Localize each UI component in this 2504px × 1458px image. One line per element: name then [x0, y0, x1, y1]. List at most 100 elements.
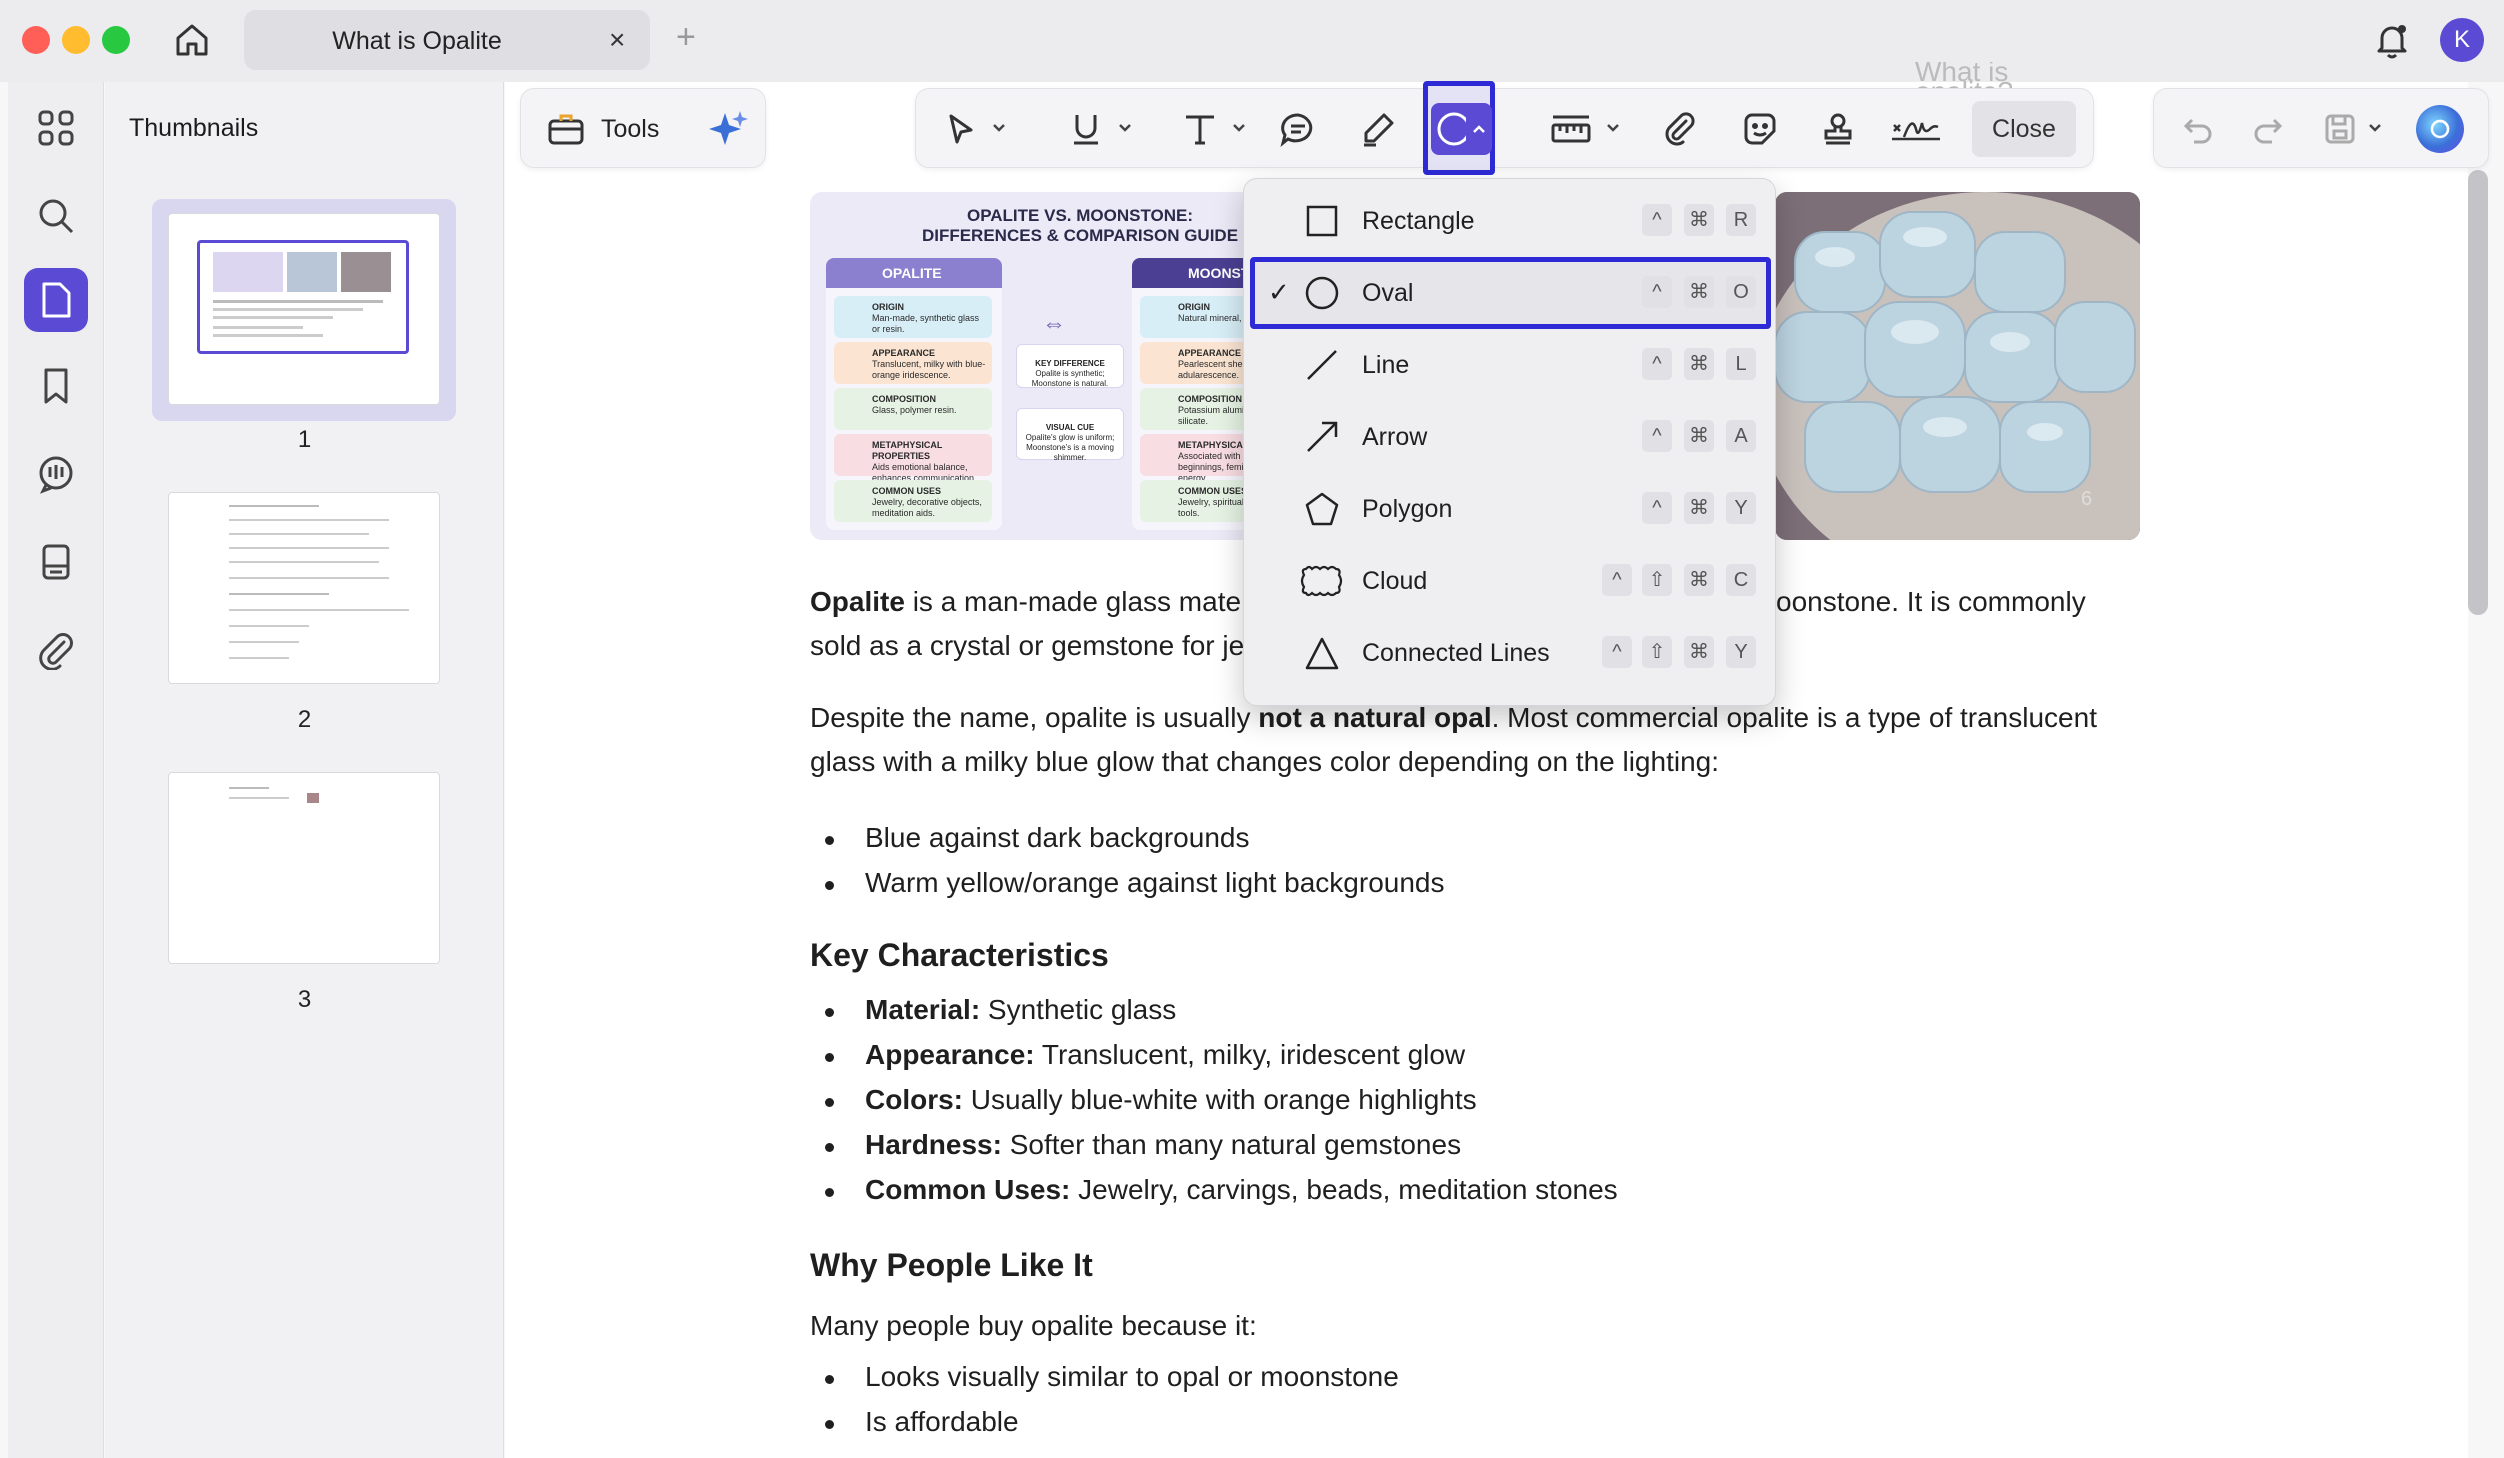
- list-item: Looks visually similar to opal or moonst…: [825, 1361, 1399, 1392]
- opalite-column-header: OPALITE: [826, 258, 1002, 288]
- infographic-row: ORIGIN Man-made, synthetic glass or resin…: [834, 296, 992, 338]
- intro-paragraph-line1: Opalite is a man-made glass mate: [810, 586, 1242, 617]
- minimize-window-button[interactable]: [62, 26, 90, 54]
- chevron-down-icon[interactable]: [1230, 119, 1248, 137]
- document-tab[interactable]: What is Opalite ×: [244, 10, 650, 70]
- menu-item-oval[interactable]: ✓ Oval ^ ⌘ O: [1244, 257, 1777, 329]
- page-thumbnail-2[interactable]: [168, 492, 440, 684]
- name-paragraph-line2: glass with a milky blue glow that change…: [810, 746, 1720, 777]
- shortcut-key: ^: [1642, 276, 1672, 308]
- save-icon[interactable]: [2320, 109, 2360, 149]
- apps-grid-icon[interactable]: [24, 96, 88, 160]
- oval-icon: [1304, 275, 1340, 311]
- text-tool-icon[interactable]: [1178, 107, 1222, 151]
- close-toolbar-button[interactable]: Close: [1972, 101, 2076, 157]
- paperclip-icon[interactable]: [1658, 107, 1702, 151]
- home-icon[interactable]: [170, 18, 214, 62]
- list-item: Blue against dark backgrounds: [824, 822, 1250, 853]
- comments-icon[interactable]: [24, 442, 88, 506]
- measure-ruler-icon[interactable]: [1546, 107, 1596, 151]
- tools-bar: Tools: [520, 88, 766, 168]
- close-window-button[interactable]: [22, 26, 50, 54]
- stamp-icon[interactable]: [1816, 107, 1860, 151]
- rectangle-icon: [1304, 203, 1340, 239]
- menu-item-rectangle[interactable]: Rectangle ^ ⌘ R: [1244, 185, 1777, 257]
- menu-item-connected-lines[interactable]: Connected Lines ^ ⇧ ⌘ Y: [1244, 617, 1777, 689]
- sticker-icon[interactable]: [1738, 107, 1782, 151]
- user-avatar[interactable]: K: [2440, 18, 2484, 62]
- list-item: Warm yellow/orange against light backgro…: [824, 867, 1445, 898]
- shortcut-key: C: [1726, 564, 1756, 596]
- underline-icon[interactable]: [1064, 107, 1108, 151]
- comment-icon[interactable]: [1276, 107, 1320, 151]
- tab-close-icon[interactable]: ×: [609, 24, 625, 56]
- infographic-row: APPEARANCE Translucent, milky with blue-o…: [834, 342, 992, 384]
- bookmark-icon[interactable]: [24, 354, 88, 418]
- menu-item-label: Arrow: [1362, 423, 1428, 451]
- chevron-up-icon[interactable]: [1466, 103, 1492, 155]
- list-item: Appearance: Translucent, milky, iridesce…: [824, 1039, 1466, 1070]
- menu-item-polygon[interactable]: Polygon ^ ⌘ Y: [1244, 473, 1777, 545]
- infographic-row: METAPHYSICAL PROPERTIES Aids emotional ba…: [834, 434, 992, 494]
- list-item: Colors: Usually blue-white with orange h…: [825, 1084, 1477, 1115]
- page-thumbnail-1[interactable]: [168, 213, 440, 405]
- document-scrollbar[interactable]: [2468, 170, 2488, 615]
- tools-button[interactable]: Tools: [601, 115, 659, 144]
- shortcut-key: ⌘: [1684, 420, 1714, 452]
- toolbox-icon: [547, 111, 585, 147]
- select-cursor-icon[interactable]: [938, 107, 982, 151]
- list-item: Common Uses: Jewelry, carvings, beads, m…: [825, 1174, 1618, 1205]
- menu-item-line[interactable]: Line ^ ⌘ L: [1244, 329, 1777, 401]
- menu-item-cloud[interactable]: Cloud ^ ⇧ ⌘ C: [1244, 545, 1777, 617]
- chevron-down-icon[interactable]: [2366, 119, 2384, 137]
- arrow-icon: [1304, 419, 1340, 455]
- document-info-icon[interactable]: [24, 530, 88, 594]
- page-thumbnail-3[interactable]: [168, 772, 440, 964]
- notification-bell-icon[interactable]: [2370, 18, 2414, 62]
- connected-lines-icon: [1304, 635, 1340, 671]
- list-item: Hardness: Softer than many natural gemst…: [824, 1129, 1462, 1160]
- new-tab-button[interactable]: +: [676, 18, 696, 57]
- key-difference-box: KEY DIFFERENCE Opalite is synthetic; Moon…: [1016, 344, 1124, 388]
- ai-assistant-icon[interactable]: [2416, 105, 2464, 153]
- redo-icon[interactable]: [2248, 109, 2288, 149]
- shortcut-key: ⌘: [1684, 204, 1714, 236]
- list-item: Is affordable: [825, 1406, 1019, 1437]
- checkmark-icon: ✓: [1268, 277, 1290, 307]
- shortcut-key: ^: [1642, 204, 1672, 236]
- reasons-intro-paragraph: Many people buy opalite because it:: [810, 1310, 1257, 1341]
- pencil-draw-icon[interactable]: [1356, 107, 1400, 151]
- page-number-1: 1: [297, 426, 312, 453]
- cloud-icon: [1300, 563, 1344, 599]
- tab-title: What is Opalite: [332, 27, 502, 55]
- ghost-heading-text: What is opalite?: [1915, 62, 2013, 88]
- intro-paragraph-line1-tail: oonstone. It is commonly: [1776, 586, 2086, 617]
- search-icon[interactable]: [24, 184, 88, 248]
- shortcut-key: ⌘: [1684, 636, 1714, 668]
- attachment-icon[interactable]: [24, 618, 88, 682]
- chevron-down-icon[interactable]: [990, 119, 1008, 137]
- shortcut-key: ⇧: [1642, 636, 1672, 668]
- thumbnails-panel: Thumbnails 1 2 3: [105, 82, 504, 1458]
- infographic-row: COMPOSITION Glass, polymer resin.: [834, 388, 992, 430]
- opalite-stones-photo: 6: [1775, 192, 2140, 540]
- photo-count-badge: 6: [2081, 488, 2093, 510]
- pages-panel-icon[interactable]: [24, 268, 88, 332]
- signature-icon[interactable]: [1888, 107, 1944, 151]
- polygon-icon: [1304, 491, 1340, 527]
- shortcut-key: ⌘: [1684, 564, 1714, 596]
- undo-icon[interactable]: [2178, 109, 2218, 149]
- menu-item-arrow[interactable]: Arrow ^ ⌘ A: [1244, 401, 1777, 473]
- page-number-2: 2: [297, 706, 312, 733]
- shortcut-key: ^: [1642, 420, 1672, 452]
- title-bar: What is Opalite × + K: [0, 0, 2504, 82]
- menu-item-label: Cloud: [1362, 567, 1428, 595]
- ai-sparkle-icon[interactable]: [707, 109, 749, 151]
- menu-item-label: Polygon: [1362, 495, 1453, 523]
- chevron-down-icon[interactable]: [1116, 119, 1134, 137]
- zoom-window-button[interactable]: [102, 26, 130, 54]
- chevron-down-icon[interactable]: [1604, 119, 1622, 137]
- page-number-3: 3: [297, 986, 312, 1013]
- menu-item-label: Connected Lines: [1362, 639, 1550, 667]
- opalite-column: OPALITE ORIGIN Man-made, synthetic glass …: [826, 258, 1002, 530]
